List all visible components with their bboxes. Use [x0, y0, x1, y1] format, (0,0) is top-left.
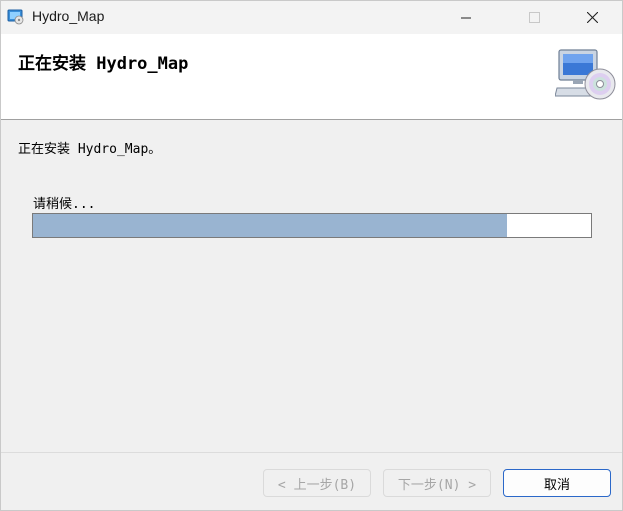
installer-app-icon [7, 9, 25, 25]
header-banner: 正在安装 Hydro_Map [1, 34, 622, 120]
close-icon [586, 12, 598, 23]
please-wait-label: 请稍候... [33, 197, 96, 212]
title-bar[interactable]: Hydro_Map [1, 1, 622, 34]
minimize-icon [461, 17, 471, 18]
footer-divider [1, 452, 622, 453]
progress-fill [33, 214, 508, 237]
back-button[interactable]: < 上一步(B) [263, 469, 371, 497]
next-button[interactable]: 下一步(N) > [383, 469, 491, 497]
progress-bar [32, 213, 592, 238]
maximize-icon [528, 12, 540, 23]
install-status-text: 正在安装 Hydro_Map。 [18, 142, 162, 157]
maximize-button[interactable] [511, 1, 557, 34]
banner-title: 正在安装 Hydro_Map [18, 54, 189, 74]
computer-disc-icon [554, 48, 617, 104]
cancel-button[interactable]: 取消 [503, 469, 611, 497]
minimize-button[interactable] [443, 1, 489, 34]
window-title: Hydro_Map [32, 8, 105, 24]
close-button[interactable] [569, 1, 615, 34]
installer-window: Hydro_Map 正在安装 Hydro_Map 正在安装 Hydro_Map。… [0, 0, 623, 511]
